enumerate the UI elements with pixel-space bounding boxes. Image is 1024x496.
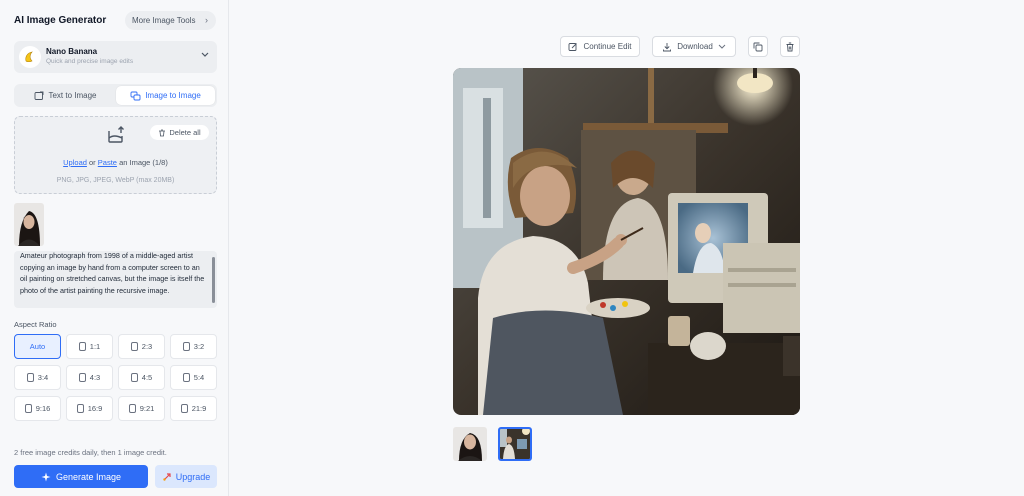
model-name: Nano Banana [46,47,98,56]
upgrade-button[interactable]: Upgrade [155,465,217,488]
continue-edit-button[interactable]: Continue Edit [560,36,640,57]
text-image-icon [35,91,44,100]
ratio-shape-icon [26,373,34,382]
ratio-shape-icon [76,404,84,413]
upgrade-label: Upgrade [175,471,211,482]
prompt-textarea[interactable]: Amateur photograph from 1998 of a middle… [14,251,217,308]
ratio-label: 4:5 [141,373,153,382]
upload-instructions: Upload or Paste an Image (1/8) [15,158,216,167]
paste-link[interactable]: Paste [98,158,117,167]
chevron-right-icon: › [205,15,208,25]
app-title: AI Image Generator [14,15,107,26]
image-upload-icon [108,126,124,143]
ratio-option-3-2[interactable]: 3:2 [170,334,217,359]
ratio-shape-icon [24,404,32,413]
ratio-option-4-3[interactable]: 4:3 [66,365,113,390]
or-text: or [89,158,96,167]
ratio-label: 4:3 [89,373,101,382]
tab-image-to-image[interactable]: Image to Image [116,86,215,105]
generated-image[interactable] [453,68,800,415]
ratio-option-16-9[interactable]: 16:9 [66,396,113,421]
upload-formats: PNG, JPG, JPEG, WebP (max 20MB) [56,177,175,184]
credits-info: 2 free image credits daily, then 1 image… [14,448,167,457]
image-thumbnail-generated[interactable] [498,427,532,461]
ratio-option-9-21[interactable]: 9:21 [118,396,165,421]
chevron-down-icon [201,51,209,60]
ratio-label: 3:4 [37,373,49,382]
ratio-label: 1:1 [89,342,101,351]
chevron-down-icon [718,44,726,49]
ratio-shape-icon [130,373,138,382]
prompt-scrollbar[interactable] [212,257,215,303]
ratio-label: 9:16 [35,404,51,413]
ratio-label: Auto [29,342,46,351]
prompt-text: Amateur photograph from 1998 of a middle… [20,251,205,295]
download-label: Download [677,42,713,51]
left-panel: AI Image Generator More Image Tools › Na… [0,0,229,496]
tab-text-to-image[interactable]: Text to Image [16,86,115,105]
more-image-tools-button[interactable]: More Image Tools › [125,11,216,30]
ratio-label: 3:2 [193,342,205,351]
ratio-shape-icon [78,373,86,382]
ratio-shape-icon [128,404,136,413]
ratio-option-9-16[interactable]: 9:16 [14,396,61,421]
image-swap-icon [130,91,141,100]
trash-icon [786,42,794,51]
image-thumbnail-reference[interactable] [453,427,487,461]
more-tools-label: More Image Tools [132,16,196,25]
ratio-option-1-1[interactable]: 1:1 [66,334,113,359]
download-icon [663,42,672,51]
sparkle-icon [41,472,51,481]
ratio-option-4-5[interactable]: 4:5 [118,365,165,390]
ratio-shape-icon [182,342,190,351]
model-selector[interactable]: Nano Banana Quick and precise image edit… [14,41,217,73]
model-description: Quick and precise image edits [46,58,134,65]
ratio-option-21-9[interactable]: 21:9 [170,396,217,421]
tab-label: Text to Image [48,91,97,100]
generate-label: Generate Image [55,471,122,482]
upload-dropzone[interactable]: Delete all Upload or Paste an Image (1/8… [14,116,217,194]
continue-edit-label: Continue Edit [583,42,632,51]
ratio-label: 21:9 [191,404,207,413]
reference-image-thumbnail[interactable] [14,203,44,246]
aspect-ratio-label: Aspect Ratio [14,320,57,329]
generate-image-button[interactable]: Generate Image [14,465,148,488]
download-button[interactable]: Download [652,36,736,57]
banana-icon [19,46,41,68]
ratio-label: 16:9 [87,404,103,413]
ratio-option-2-3[interactable]: 2:3 [118,334,165,359]
upload-count: an Image (1/8) [119,158,168,167]
mode-tabs: Text to Image Image to Image [14,84,217,107]
delete-all-button[interactable]: Delete all [150,125,209,140]
tab-label: Image to Image [145,91,201,100]
delete-button[interactable] [780,36,800,57]
ratio-shape-icon [180,404,188,413]
edit-icon [569,42,578,51]
ratio-shape-icon [78,342,86,351]
ratio-shape-icon [130,342,138,351]
ratio-option-5-4[interactable]: 5:4 [170,365,217,390]
ratio-label: 5:4 [193,373,205,382]
rocket-icon [163,472,171,481]
trash-icon [159,129,166,136]
copy-button[interactable] [748,36,768,57]
upload-link[interactable]: Upload [63,158,87,167]
delete-all-label: Delete all [169,128,201,137]
ratio-option-3-4[interactable]: 3:4 [14,365,61,390]
ratio-shape-icon [182,373,190,382]
ratio-label: 9:21 [139,404,155,413]
ratio-option-auto[interactable]: Auto [14,334,61,359]
copy-icon [753,42,763,51]
ratio-label: 2:3 [141,342,153,351]
